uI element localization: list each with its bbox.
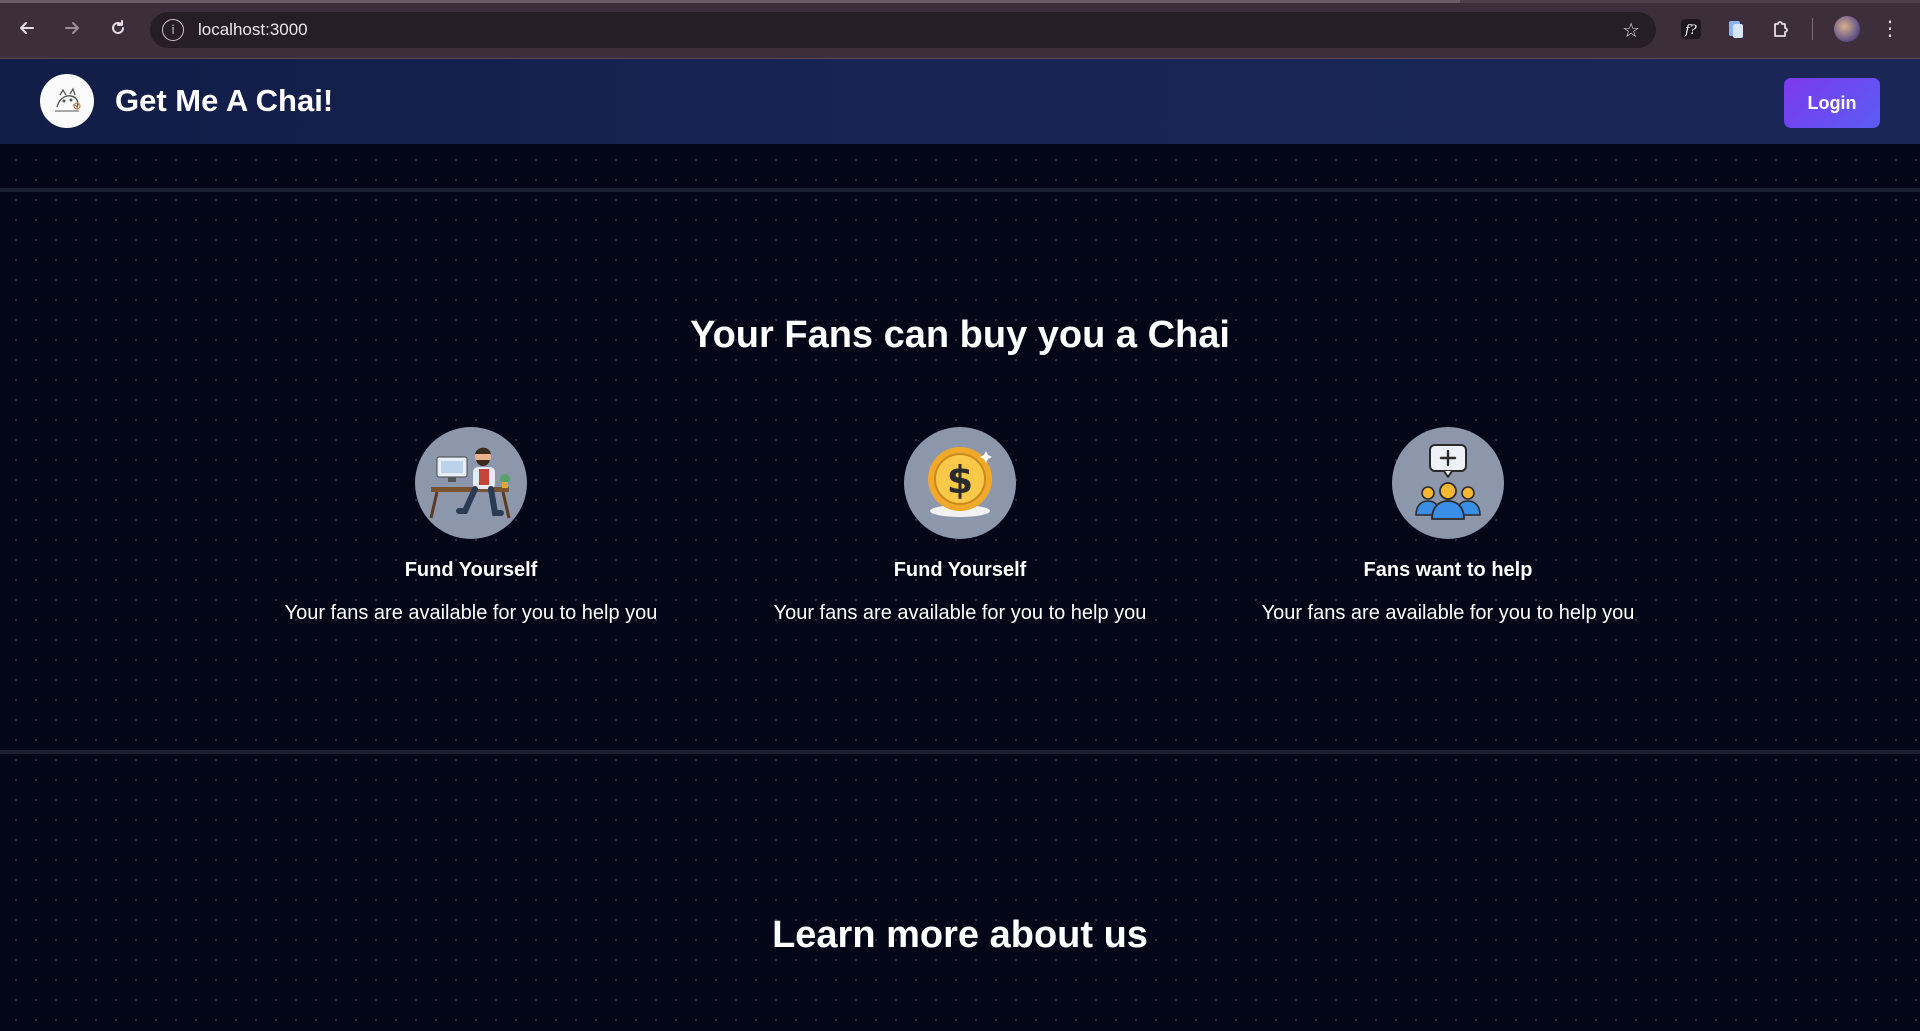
card-title: Fund Yourself	[893, 559, 1027, 581]
card-description: Your fans are available for you to help …	[773, 602, 1147, 624]
feature-card: $ Fund Yourself Your fans are available …	[730, 427, 1190, 625]
group-chat-icon	[1392, 427, 1504, 539]
forward-arrow-icon[interactable]	[58, 14, 86, 42]
card-description: Your fans are available for you to help …	[284, 602, 658, 624]
browser-toolbar: i localhost:3000 ☆ f? ⋮	[0, 0, 1920, 59]
about-title: Learn more about us	[772, 914, 1148, 956]
bookmark-star-icon[interactable]: ☆	[1622, 18, 1640, 43]
login-button[interactable]: Login	[1784, 78, 1880, 128]
site-info-icon[interactable]: i	[162, 19, 184, 41]
url-text[interactable]: localhost:3000	[198, 20, 308, 40]
toolbar-separator	[1812, 18, 1813, 40]
svg-text:f?: f?	[1684, 23, 1698, 38]
dollar-coin-icon: $	[904, 427, 1016, 539]
section-divider	[0, 750, 1920, 754]
card-title: Fund Yourself	[404, 559, 538, 581]
extensions-puzzle-icon[interactable]	[1768, 16, 1794, 42]
features-title: Your Fans can buy you a Chai	[690, 314, 1230, 356]
svg-text:$: $	[947, 458, 973, 502]
brand-name[interactable]: Get Me A Chai!	[115, 83, 333, 119]
man-at-desk-icon	[415, 427, 527, 539]
site-navbar: Get Me A Chai! Login	[0, 59, 1920, 144]
feature-card: Fans want to help Your fans are availabl…	[1218, 427, 1678, 625]
font-extension-icon[interactable]: f?	[1678, 16, 1704, 42]
reload-icon[interactable]	[104, 14, 132, 42]
profile-avatar[interactable]	[1834, 16, 1860, 42]
tab-strip	[0, 0, 1920, 3]
browser-menu-icon[interactable]: ⋮	[1880, 14, 1900, 42]
card-description: Your fans are available for you to help …	[1261, 602, 1635, 624]
address-bar[interactable]: i localhost:3000 ☆	[150, 12, 1656, 48]
back-arrow-icon[interactable]	[13, 14, 41, 42]
section-divider	[0, 188, 1920, 192]
card-title: Fans want to help	[1363, 559, 1533, 581]
copy-extension-icon[interactable]	[1723, 16, 1749, 42]
main-content: Your Fans can buy you a Chai Fund Yourse…	[0, 144, 1920, 1031]
logo-icon[interactable]	[40, 74, 94, 128]
feature-card: Fund Yourself Your fans are available fo…	[241, 427, 701, 625]
